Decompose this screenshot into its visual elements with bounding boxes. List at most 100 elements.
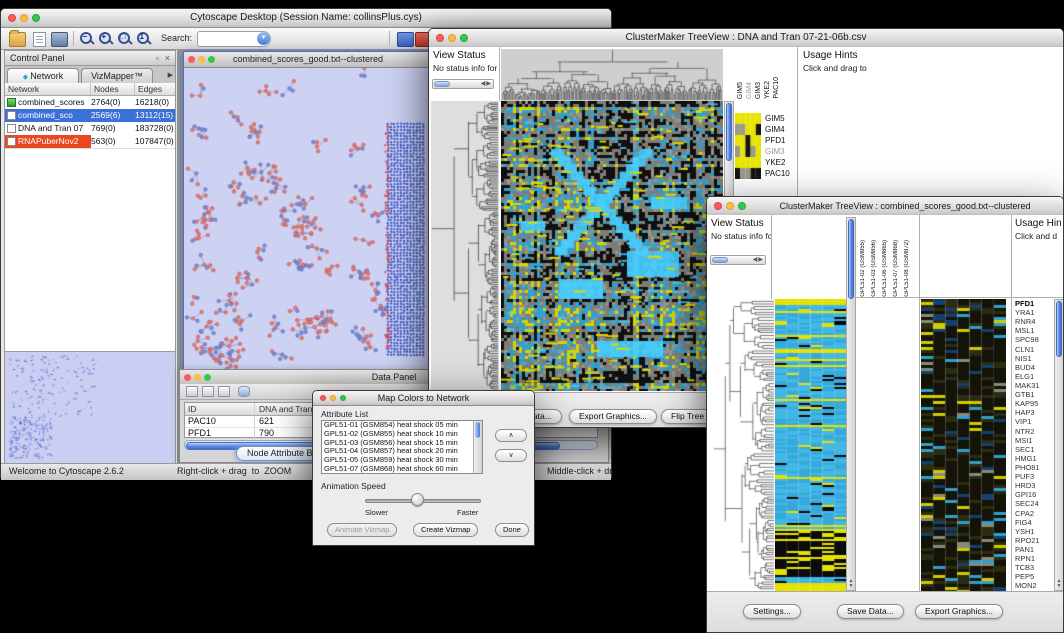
scroll-arrows-icon[interactable]: ◀▶ [481, 81, 492, 88]
minimize-icon[interactable] [448, 34, 456, 42]
minimize-icon[interactable] [194, 374, 201, 381]
settings--button[interactable]: Settings... [743, 604, 801, 619]
move-down-button[interactable]: ∨ [495, 449, 527, 462]
close-icon[interactable] [188, 56, 195, 63]
treeview-combined-titlebar[interactable]: ClusterMaker TreeView : combined_scores_… [707, 197, 1063, 216]
minimize-icon[interactable] [726, 202, 734, 210]
vizmapper-shortcut-icon[interactable] [397, 32, 414, 47]
scrollbar-thumb[interactable] [1056, 301, 1062, 357]
attribute-item[interactable]: GPL51-01 (GSM854) heat shock 05 min [322, 421, 482, 430]
treeview-dna-titlebar[interactable]: ClusterMaker TreeView : DNA and Tran 07-… [429, 29, 1063, 48]
network-list-row[interactable]: combined_scores2764(0)16218(0) [5, 96, 175, 109]
maximize-icon[interactable] [204, 374, 211, 381]
network-list-row[interactable]: combined_sco2569(6)13112(15) [5, 109, 175, 122]
scroll-arrows-icon[interactable]: ▲▼ [1055, 579, 1063, 589]
zoom-window-icon[interactable] [340, 395, 346, 401]
attribute-database-icon[interactable] [238, 386, 250, 397]
network-overview-thumbnail[interactable] [5, 352, 175, 466]
export-graphics--button[interactable]: Export Graphics... [569, 409, 657, 424]
scroll-arrows-icon[interactable]: ◀▶ [753, 257, 764, 264]
float-panel-icon[interactable]: ▫ [156, 51, 159, 65]
tab-overflow-icon[interactable]: ▶ [168, 71, 173, 79]
scroll-right-icon[interactable]: ▶ [758, 257, 764, 263]
scrollbar-thumb[interactable] [848, 219, 854, 299]
search-combobox[interactable]: ▼ [197, 31, 271, 47]
usage-hints-title: Usage Hints [1015, 218, 1061, 229]
zoom-fit-icon[interactable]: 1 [136, 31, 153, 47]
column-dendrogram[interactable] [501, 49, 723, 101]
open-session-icon[interactable] [9, 32, 26, 47]
zoom-selected-icon[interactable]: □ [117, 31, 134, 47]
status-scrollbar[interactable]: ◀▶ [710, 255, 766, 265]
minimize-icon[interactable] [20, 14, 28, 22]
network-view-titlebar[interactable]: combined_scores_good.txt--clustered [184, 52, 432, 68]
save-data--button[interactable]: Save Data... [837, 604, 904, 619]
tab-network[interactable]: ◆Network [7, 68, 79, 83]
scroll-right-icon[interactable]: ▶ [486, 81, 492, 87]
close-panel-icon[interactable]: × [165, 51, 170, 65]
close-icon[interactable] [184, 374, 191, 381]
done-button[interactable]: Done [495, 523, 529, 537]
attribute-list[interactable]: GPL51-01 (GSM854) heat shock 05 minGPL51… [321, 420, 483, 474]
tab-vizmapper[interactable]: VizMapper™ [81, 68, 153, 83]
attribute-item[interactable]: GPL51-05 (GSM859) heat shock 30 min [322, 456, 482, 465]
zoom-window-icon[interactable] [32, 14, 40, 22]
attribute-item[interactable]: GPL51-04 (GSM857) heat shock 20 min [322, 447, 482, 456]
row-dendrogram[interactable] [431, 101, 499, 391]
expression-heatmap[interactable] [501, 101, 723, 391]
heatmap-vscrollbar[interactable]: ▲▼ [846, 217, 856, 591]
import-network-icon[interactable] [33, 32, 46, 47]
list-vscrollbar[interactable] [473, 421, 482, 473]
zoom-window-icon[interactable] [460, 34, 468, 42]
network-list: combined_scores2764(0)16218(0)combined_s… [5, 96, 175, 148]
snapshot-icon[interactable] [51, 32, 68, 47]
network-list-row[interactable]: RNAPuberNov2563(0)107847(0) [5, 135, 175, 148]
map-colors-titlebar[interactable]: Map Colors to Network [313, 391, 534, 406]
close-icon[interactable] [436, 34, 444, 42]
status-scrollbar[interactable]: ◀▶ [432, 79, 494, 89]
attribute-item[interactable]: GPL51-07 (GSM868) heat shock 60 min [322, 465, 482, 474]
network-list-row[interactable]: DNA and Tran 07769(0)183728(0) [5, 122, 175, 135]
selected-cluster-heatmap[interactable] [735, 113, 761, 179]
column-header[interactable]: ID [185, 403, 255, 415]
row-dendrogram[interactable] [713, 299, 775, 591]
selected-cluster-genes: GIM5GIM4PFD1GIM3YKE2PAC10 [765, 113, 795, 179]
zoom-out-icon[interactable]: − [79, 31, 96, 47]
close-icon[interactable] [8, 14, 16, 22]
column-header[interactable]: Edges [135, 83, 175, 95]
scroll-down-icon[interactable]: ▼ [849, 583, 854, 589]
main-titlebar[interactable]: Cytoscape Desktop (Session Name: collins… [1, 9, 611, 28]
column-header[interactable]: Network [5, 83, 91, 95]
network-icon [7, 137, 16, 146]
secondary-heatmap[interactable] [921, 299, 1006, 591]
gene-label: GIM4 [765, 124, 795, 135]
move-up-button[interactable]: ∧ [495, 429, 527, 442]
close-icon[interactable] [714, 202, 722, 210]
maximize-icon[interactable] [208, 56, 215, 63]
scrollbar-thumb[interactable] [475, 422, 480, 438]
slider-thumb[interactable] [411, 493, 424, 506]
create-attribute-icon[interactable] [202, 386, 214, 397]
attribute-item[interactable]: GPL51-03 (GSM856) heat shock 15 min [322, 439, 482, 448]
scroll-arrows-icon[interactable]: ▲▼ [847, 579, 855, 589]
column-header[interactable]: Nodes [91, 83, 135, 95]
select-attributes-icon[interactable] [186, 386, 198, 397]
export-graphics--button[interactable]: Export Graphics... [915, 604, 1003, 619]
scrollbar-thumb[interactable] [726, 103, 732, 161]
zoom-in-icon[interactable]: + [98, 31, 115, 47]
zoom-window-icon[interactable] [738, 202, 746, 210]
minimize-icon[interactable] [330, 395, 336, 401]
gene-label: YKE2 [765, 157, 795, 168]
scrollbar-thumb[interactable] [434, 81, 450, 87]
desktop: Cytoscape Desktop (Session Name: collins… [0, 0, 1064, 633]
scrollbar-thumb[interactable] [712, 257, 728, 263]
attribute-item[interactable]: GPL51-02 (GSM855) heat shock 10 min [322, 430, 482, 439]
expression-heatmap[interactable] [775, 299, 846, 591]
scroll-down-icon[interactable]: ▼ [1057, 583, 1062, 589]
minimize-icon[interactable] [198, 56, 205, 63]
close-icon[interactable] [320, 395, 326, 401]
create-vizmap-button[interactable]: Create Vizmap [413, 523, 478, 537]
gene-list-vscrollbar[interactable]: ▲▼ [1054, 299, 1063, 591]
network-graph-canvas[interactable] [184, 68, 432, 369]
delete-attribute-icon[interactable] [218, 386, 230, 397]
